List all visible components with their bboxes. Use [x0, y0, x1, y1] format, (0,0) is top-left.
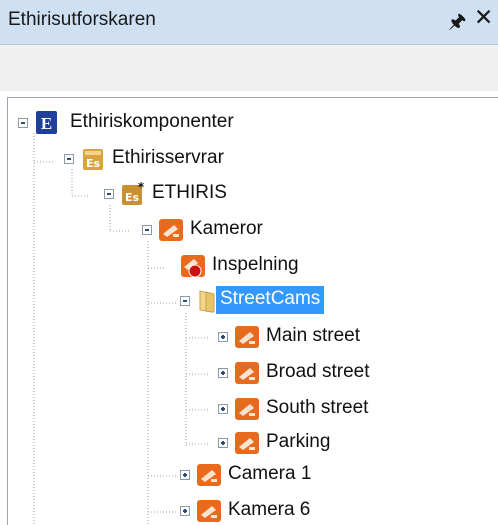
- tree-node-label: Ethirisservrar: [112, 147, 224, 168]
- tree-node-label: South street: [266, 397, 369, 418]
- tree-node-camera[interactable]: Broad street: [8, 358, 370, 388]
- tree-node-label: Broad street: [266, 361, 370, 382]
- tree-node-cameras[interactable]: Kameror: [8, 215, 328, 245]
- camera-group-icon: [159, 219, 183, 241]
- tree-node-camera[interactable]: Camera 1: [8, 460, 328, 490]
- expand-toggle[interactable]: [218, 368, 228, 378]
- collapse-toggle[interactable]: [18, 118, 28, 128]
- collapse-toggle[interactable]: [180, 296, 190, 306]
- tree-view[interactable]: E Ethiriskomponenter Es Ethirisservrar E…: [7, 97, 498, 525]
- camera-icon: [197, 500, 221, 522]
- tree-node-root[interactable]: E Ethiriskomponenter: [8, 108, 328, 138]
- ethiris-component-icon: E: [36, 111, 57, 134]
- camera-icon: [197, 464, 221, 486]
- tree-node-servers[interactable]: Es Ethirisservrar: [8, 144, 328, 174]
- server-icon: Es *: [122, 181, 145, 205]
- server-group-icon: Es: [83, 149, 103, 170]
- explorer-window: Ethirisutforskaren 🖈 ✕ E Ethiriskomponen…: [0, 0, 498, 525]
- tree-node-recording[interactable]: Inspelning: [8, 251, 328, 281]
- tree-node-label: Inspelning: [212, 254, 299, 275]
- tree-node-camera[interactable]: Parking: [8, 428, 330, 458]
- tree-node-label: Main street: [266, 325, 360, 346]
- svg-text:*: *: [138, 181, 145, 194]
- tree-node-label: Ethiriskomponenter: [70, 111, 234, 132]
- camera-icon: [235, 326, 259, 348]
- camera-icon: [235, 432, 259, 454]
- collapse-toggle[interactable]: [64, 154, 74, 164]
- tree-node-server[interactable]: Es * ETHIRIS: [8, 179, 328, 209]
- tree-node-label: Parking: [266, 431, 331, 452]
- tree-node-label: Kameror: [190, 218, 263, 239]
- tree-node-label: Camera 1: [228, 463, 312, 484]
- tree-node-folder[interactable]: StreetCams: [8, 286, 328, 316]
- recording-icon: [181, 255, 205, 278]
- expand-toggle[interactable]: [218, 404, 228, 414]
- toolbar: [0, 45, 498, 91]
- collapse-toggle[interactable]: [142, 225, 152, 235]
- expand-toggle[interactable]: [218, 438, 228, 448]
- close-icon[interactable]: ✕: [474, 5, 493, 31]
- pin-icon[interactable]: 🖈: [448, 7, 467, 41]
- expand-toggle[interactable]: [180, 506, 190, 516]
- panel-title: Ethirisutforskaren: [8, 9, 156, 30]
- panel-titlebar: Ethirisutforskaren 🖈 ✕: [0, 0, 498, 45]
- tree-node-label: Kamera 6: [228, 499, 311, 520]
- tree-node-camera[interactable]: South street: [8, 394, 368, 424]
- tree-node-label-selected: StreetCams: [216, 286, 325, 314]
- camera-icon: [235, 398, 259, 420]
- collapse-toggle[interactable]: [104, 189, 114, 199]
- tree-node-label: ETHIRIS: [152, 182, 227, 203]
- tree-node-camera[interactable]: Kamera 6: [8, 496, 328, 525]
- camera-icon: [235, 362, 259, 384]
- tree-node-camera[interactable]: Main street: [8, 322, 360, 352]
- expand-toggle[interactable]: [180, 470, 190, 480]
- svg-text:Es: Es: [86, 157, 101, 170]
- svg-text:E: E: [41, 114, 52, 133]
- expand-toggle[interactable]: [218, 332, 228, 342]
